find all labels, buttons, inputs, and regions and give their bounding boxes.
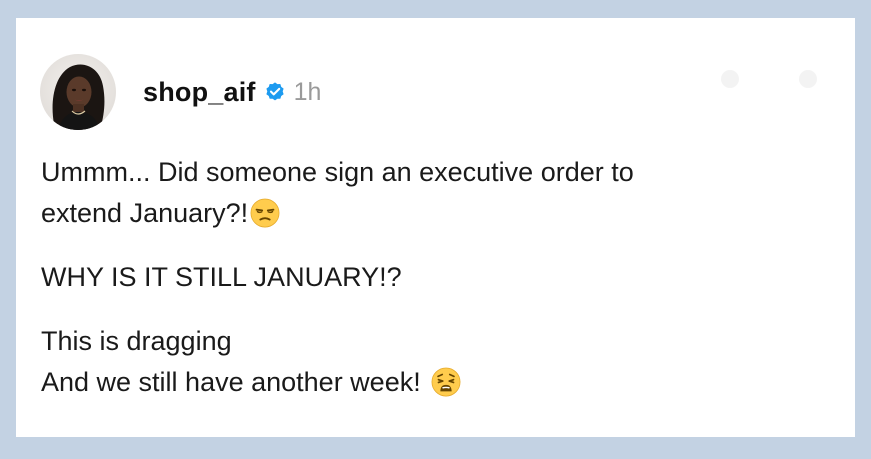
paragraph-3-line-2-wrap: And we still have another week! [41,362,831,403]
paragraph-2-line-1: WHY IS IT STILL JANUARY!? [41,262,402,292]
paragraph-3-line-2: And we still have another week! [41,367,421,397]
post-meta: shop_aif 1h [143,77,321,108]
unamused-face-icon [250,198,280,228]
more-options-icon[interactable] [799,70,817,88]
paragraph-2: WHY IS IT STILL JANUARY!? [41,257,831,298]
weary-face-icon [431,367,461,397]
profile-photo [40,54,116,130]
avatar[interactable] [40,54,116,130]
paragraph-3: This is dragging And we still have anoth… [41,321,831,403]
verified-badge-icon [264,81,286,103]
post-body: Ummm... Did someone sign an executive or… [41,152,831,403]
post-card: shop_aif 1h Ummm... Did someone sign an … [16,18,855,437]
post-timestamp: 1h [293,77,322,106]
paragraph-1: Ummm... Did someone sign an executive or… [41,152,831,234]
paragraph-3-line-1: This is dragging [41,326,232,356]
share-icon[interactable] [721,70,739,88]
post-actions [721,70,817,88]
paragraph-1-line-1: Ummm... Did someone sign an executive or… [41,157,634,187]
paragraph-1-line-2-wrap: extend January?! [41,193,831,234]
username[interactable]: shop_aif [143,77,256,108]
paragraph-1-line-2: extend January?! [41,198,249,228]
post-header: shop_aif 1h [40,54,321,130]
